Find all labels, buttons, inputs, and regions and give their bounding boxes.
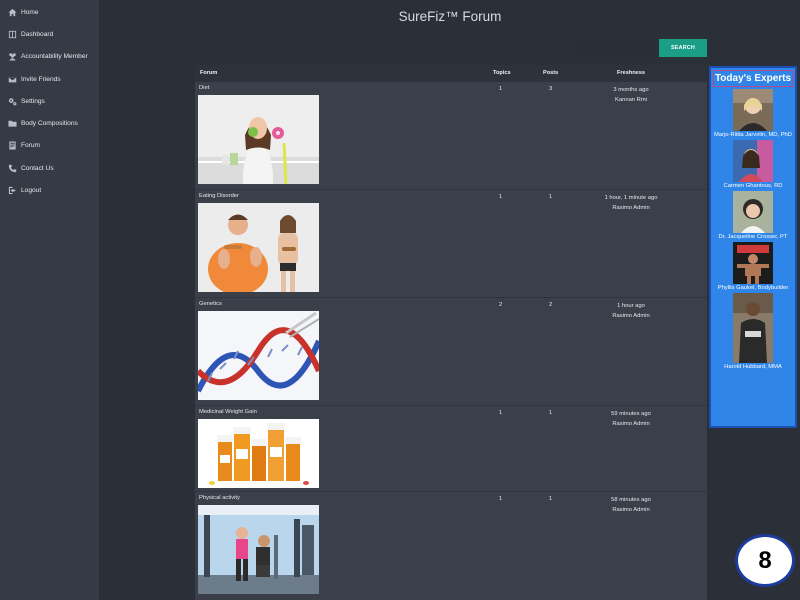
header-posts: Posts bbox=[543, 70, 559, 76]
search-input[interactable] bbox=[571, 39, 659, 57]
folder-icon bbox=[7, 119, 17, 129]
expert-photo bbox=[733, 89, 773, 131]
page-title: SureFiz™ Forum bbox=[398, 9, 502, 24]
expert-photo bbox=[733, 191, 773, 233]
freshness-cell: 3 months ago Kannan Rmi bbox=[575, 86, 687, 105]
topic-count: 2 bbox=[499, 302, 503, 308]
post-count: 2 bbox=[549, 302, 553, 308]
freshness-cell: 1 hour ago Rasimo Admin bbox=[575, 302, 687, 321]
freshness-link[interactable]: 3 months ago bbox=[575, 86, 687, 96]
expert-card[interactable]: Harold Hubbard, MMA bbox=[711, 293, 795, 370]
sidebar-item-forum[interactable]: Forum bbox=[0, 135, 99, 157]
sidebar-item-label: Accountability Member bbox=[21, 53, 88, 61]
genetics-image[interactable] bbox=[198, 311, 319, 400]
sidebar: Home Dashboard Accountability Member Inv… bbox=[0, 0, 100, 600]
expert-photo bbox=[733, 242, 773, 284]
table-row: Physical activity 1 1 58 minutes ago Ras… bbox=[195, 492, 707, 600]
author-link[interactable]: Rasimo Admin bbox=[575, 204, 687, 214]
forum-link[interactable]: Eating Disorder bbox=[199, 193, 239, 199]
sidebar-item-body-compositions[interactable]: Body Compositions bbox=[0, 112, 99, 134]
sidebar-item-logout[interactable]: Logout bbox=[0, 179, 99, 201]
post-count: 1 bbox=[549, 496, 553, 502]
table-row: Genetics 2 2 1 hour ago Rasimo Admin bbox=[195, 298, 707, 406]
author-link[interactable]: Kannan Rmi bbox=[575, 96, 687, 106]
page-number-badge: 8 bbox=[735, 534, 795, 587]
dashboard-icon bbox=[7, 29, 17, 39]
gym-image[interactable] bbox=[198, 505, 319, 594]
gear-icon bbox=[7, 96, 17, 106]
sidebar-item-label: Home bbox=[21, 8, 39, 16]
topic-count: 1 bbox=[499, 194, 503, 200]
post-count: 1 bbox=[549, 410, 553, 416]
expert-name: Phyllis Gaukel, Bodybuilder bbox=[717, 285, 789, 291]
sidebar-item-settings[interactable]: Settings bbox=[0, 90, 99, 112]
author-link[interactable]: Rasimo Admin bbox=[575, 312, 687, 322]
author-link[interactable]: Rasimo Admin bbox=[575, 506, 687, 516]
sidebar-item-label: Settings bbox=[21, 97, 45, 105]
users-icon bbox=[7, 52, 17, 62]
logout-icon bbox=[7, 186, 17, 196]
post-count: 3 bbox=[549, 86, 553, 92]
sidebar-item-label: Forum bbox=[21, 142, 41, 150]
freshness-link[interactable]: 59 minutes ago bbox=[575, 410, 687, 420]
table-row: Medicinal Weight Gain 1 1 59 minutes ago… bbox=[195, 406, 707, 492]
freshness-cell: 58 minutes ago Rasimo Admin bbox=[575, 496, 687, 515]
pill-bottles-image[interactable] bbox=[198, 419, 319, 488]
forum-link[interactable]: Diet bbox=[199, 85, 209, 91]
expert-name: Dr. Jacqueline Crosser, PT bbox=[718, 234, 788, 240]
topic-count: 1 bbox=[499, 86, 503, 92]
expert-name: Carmen Ghantous, RD bbox=[723, 183, 783, 189]
sidebar-item-dashboard[interactable]: Dashboard bbox=[0, 23, 99, 45]
table-header: Forum Topics Posts Freshness bbox=[195, 65, 707, 82]
header-topics: Topics bbox=[493, 70, 511, 76]
expert-name: Harold Hubbard, MMA bbox=[724, 364, 782, 370]
freshness-link[interactable]: 1 hour, 1 minute ago bbox=[575, 194, 687, 204]
table-row: Diet 1 3 3 months ago Kannan Rmi bbox=[195, 82, 707, 190]
sidebar-item-contact-us[interactable]: Contact Us bbox=[0, 157, 99, 179]
topic-count: 1 bbox=[499, 410, 503, 416]
forum-link[interactable]: Physical activity bbox=[199, 495, 240, 501]
topic-count: 1 bbox=[499, 496, 503, 502]
diet-image[interactable] bbox=[198, 95, 319, 184]
header-freshness: Freshness bbox=[617, 70, 645, 76]
search-button[interactable]: SEARCH bbox=[659, 39, 707, 57]
expert-card[interactable]: Dr. Jacqueline Crosser, PT bbox=[711, 191, 795, 240]
expert-photo bbox=[733, 140, 773, 182]
sidebar-item-label: Logout bbox=[21, 187, 42, 195]
expert-card[interactable]: Marjo-Riitta Jarvelin, MD, PhD bbox=[711, 89, 795, 138]
freshness-link[interactable]: 58 minutes ago bbox=[575, 496, 687, 506]
table-row: Eating Disorder 1 1 1 hour, 1 minute ago… bbox=[195, 190, 707, 298]
sidebar-item-label: Dashboard bbox=[21, 30, 54, 38]
forum-link[interactable]: Medicinal Weight Gain bbox=[199, 409, 257, 415]
sidebar-item-label: Invite Friends bbox=[21, 75, 61, 83]
sidebar-item-home[interactable]: Home bbox=[0, 1, 99, 23]
document-icon bbox=[7, 141, 17, 151]
expert-photo bbox=[733, 293, 773, 363]
freshness-cell: 1 hour, 1 minute ago Rasimo Admin bbox=[575, 194, 687, 213]
post-count: 1 bbox=[549, 194, 553, 200]
sidebar-item-invite-friends[interactable]: Invite Friends bbox=[0, 68, 99, 90]
author-link[interactable]: Rasimo Admin bbox=[575, 420, 687, 430]
envelope-icon bbox=[7, 74, 17, 84]
freshness-link[interactable]: 1 hour ago bbox=[575, 302, 687, 312]
experts-title: Today's Experts bbox=[713, 70, 793, 87]
header-forum: Forum bbox=[200, 70, 218, 76]
forum-link[interactable]: Genetics bbox=[199, 301, 222, 307]
expert-card[interactable]: Phyllis Gaukel, Bodybuilder bbox=[711, 242, 795, 291]
sidebar-item-accountability-member[interactable]: Accountability Member bbox=[0, 46, 99, 68]
experts-panel: Today's Experts Marjo-Riitta Jarvelin, M… bbox=[709, 66, 797, 428]
expert-name: Marjo-Riitta Jarvelin, MD, PhD bbox=[714, 132, 792, 138]
freshness-cell: 59 minutes ago Rasimo Admin bbox=[575, 410, 687, 429]
forum-table: Forum Topics Posts Freshness Diet 1 3 3 … bbox=[195, 65, 707, 600]
home-icon bbox=[7, 7, 17, 17]
sidebar-item-label: Contact Us bbox=[21, 164, 54, 172]
phone-icon bbox=[7, 163, 17, 173]
expert-card[interactable]: Carmen Ghantous, RD bbox=[711, 140, 795, 189]
eating-disorder-image[interactable] bbox=[198, 203, 319, 292]
sidebar-item-label: Body Compositions bbox=[21, 120, 78, 128]
